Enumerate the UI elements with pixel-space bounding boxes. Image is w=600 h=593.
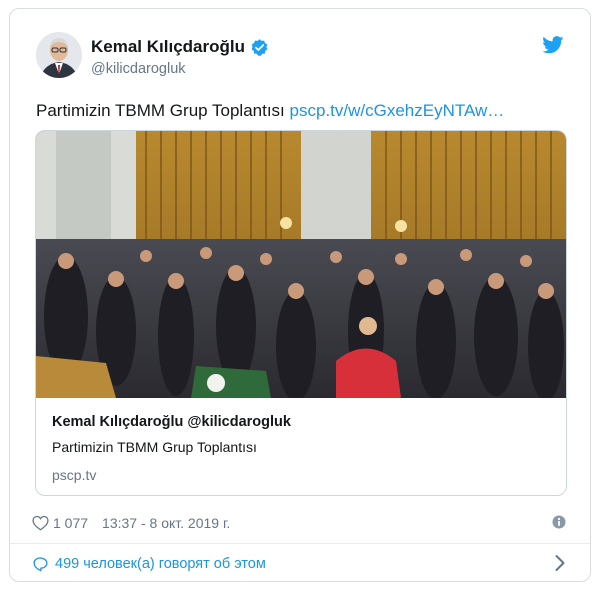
conversation-link[interactable]: 499 человек(а) говорят об этом (32, 556, 266, 572)
twitter-bird-icon[interactable] (542, 36, 564, 54)
tweet-meta: 1 077 13:37 - 8 окт. 2019 г. (32, 515, 230, 531)
comment-bubble-icon (33, 557, 48, 572)
like-count[interactable]: 1 077 (53, 515, 88, 531)
heart-icon[interactable] (32, 515, 49, 531)
author-name-row: Kemal Kılıçdaroğlu (91, 37, 269, 57)
avatar[interactable] (36, 32, 82, 78)
tweet-text: Partimizin TBMM Grup Toplantısı pscp.tv/… (36, 101, 504, 121)
tweet-body: Partimizin TBMM Grup Toplantısı (36, 101, 285, 120)
verified-badge-icon (251, 38, 268, 56)
card-title[interactable]: Kemal Kılıçdaroğlu @kilicdarogluk (52, 414, 550, 430)
author-name[interactable]: Kemal Kılıçdaroğlu (91, 37, 245, 57)
info-icon[interactable] (552, 515, 566, 529)
card-info: Kemal Kılıçdaroğlu @kilicdarogluk Partim… (52, 414, 550, 483)
talking-count[interactable]: 499 человек(а) говорят об этом (55, 556, 266, 572)
tweet-timestamp[interactable]: 13:37 - 8 окт. 2019 г. (102, 515, 230, 531)
chevron-right-icon[interactable] (554, 554, 566, 572)
divider (10, 543, 590, 544)
tweet-link[interactable]: pscp.tv/w/cGxehzEyNTAw… (290, 101, 505, 120)
card-domain: pscp.tv (52, 467, 97, 483)
link-card[interactable]: Kemal Kılıçdaroğlu @kilicdarogluk Partim… (35, 130, 567, 496)
card-description: Partimizin TBMM Grup Toplantısı (52, 439, 257, 455)
embedded-tweet: Kemal Kılıçdaroğlu @kilicdarogluk Partim… (9, 8, 591, 582)
media-image[interactable] (36, 131, 567, 398)
author-handle[interactable]: @kilicdarogluk (91, 61, 186, 77)
tweet-header: Kemal Kılıçdaroğlu @kilicdarogluk (36, 32, 564, 78)
